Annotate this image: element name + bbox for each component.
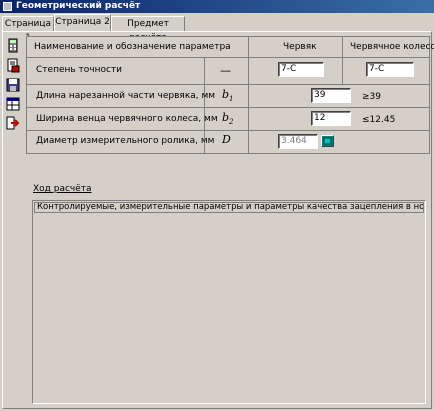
tab-page-1[interactable]: Страница 1 <box>2 16 54 43</box>
wheel-accuracy-input[interactable]: 7-C <box>366 62 414 77</box>
row-roller-diameter-label: Диаметр измерительного ролика, мм <box>36 136 215 146</box>
row-worm-length-symbol: b1 <box>222 88 234 104</box>
tab-calculation-subject[interactable]: Предмет расчёта <box>111 16 185 43</box>
row-wheel-width-symbol: b2 <box>222 111 234 127</box>
log-line: Контролируемые, измерительные параметры … <box>34 202 424 213</box>
worm-length-input[interactable]: 39 <box>311 88 351 103</box>
parameters-table: Наименование и обозначение параметра Чер… <box>26 36 434 154</box>
exit-button[interactable] <box>5 115 21 131</box>
app-icon <box>3 2 12 11</box>
save-icon <box>6 78 20 92</box>
row-roller-diameter-symbol: D <box>222 133 231 146</box>
save-button[interactable] <box>5 77 21 93</box>
roller-calculate-button[interactable] <box>321 135 334 147</box>
roller-diameter-input: 3.464 <box>278 134 318 149</box>
calculator-icon <box>8 38 18 53</box>
window-title-bar: Геометрический расчёт <box>0 0 434 13</box>
print-preview-icon <box>7 58 20 73</box>
calculation-progress-label: Ход расчёта <box>33 184 92 194</box>
row-accuracy-symbol: — <box>220 64 231 77</box>
wheel-width-constraint: ≤12.45 <box>362 115 396 125</box>
row-worm-length-label: Длина нарезанной части червяка, мм <box>36 91 216 101</box>
header-worm-wheel: Червячное колесо <box>350 42 434 52</box>
worm-length-constraint: ≥39 <box>362 92 381 102</box>
exit-icon <box>6 116 20 130</box>
side-toolbar <box>4 36 22 136</box>
calculate-icon <box>323 137 332 145</box>
row-accuracy-label: Степень точности <box>36 65 123 75</box>
calculation-log[interactable]: Контролируемые, измерительные параметры … <box>32 200 426 404</box>
header-worm: Червяк <box>283 42 317 52</box>
header-parameter: Наименование и обозначение параметра <box>34 42 231 52</box>
table-icon <box>6 97 20 111</box>
print-preview-button[interactable] <box>5 58 21 74</box>
wheel-width-input[interactable]: 12 <box>311 111 351 126</box>
tab-page-2[interactable]: Страница 2 <box>54 14 111 31</box>
table-button[interactable] <box>5 96 21 112</box>
calculator-button[interactable] <box>5 38 21 54</box>
window-title: Геометрический расчёт <box>16 1 141 11</box>
row-wheel-width-label: Ширина венца червячного колеса, мм <box>36 114 218 124</box>
worm-accuracy-input[interactable]: 7-C <box>278 62 324 77</box>
